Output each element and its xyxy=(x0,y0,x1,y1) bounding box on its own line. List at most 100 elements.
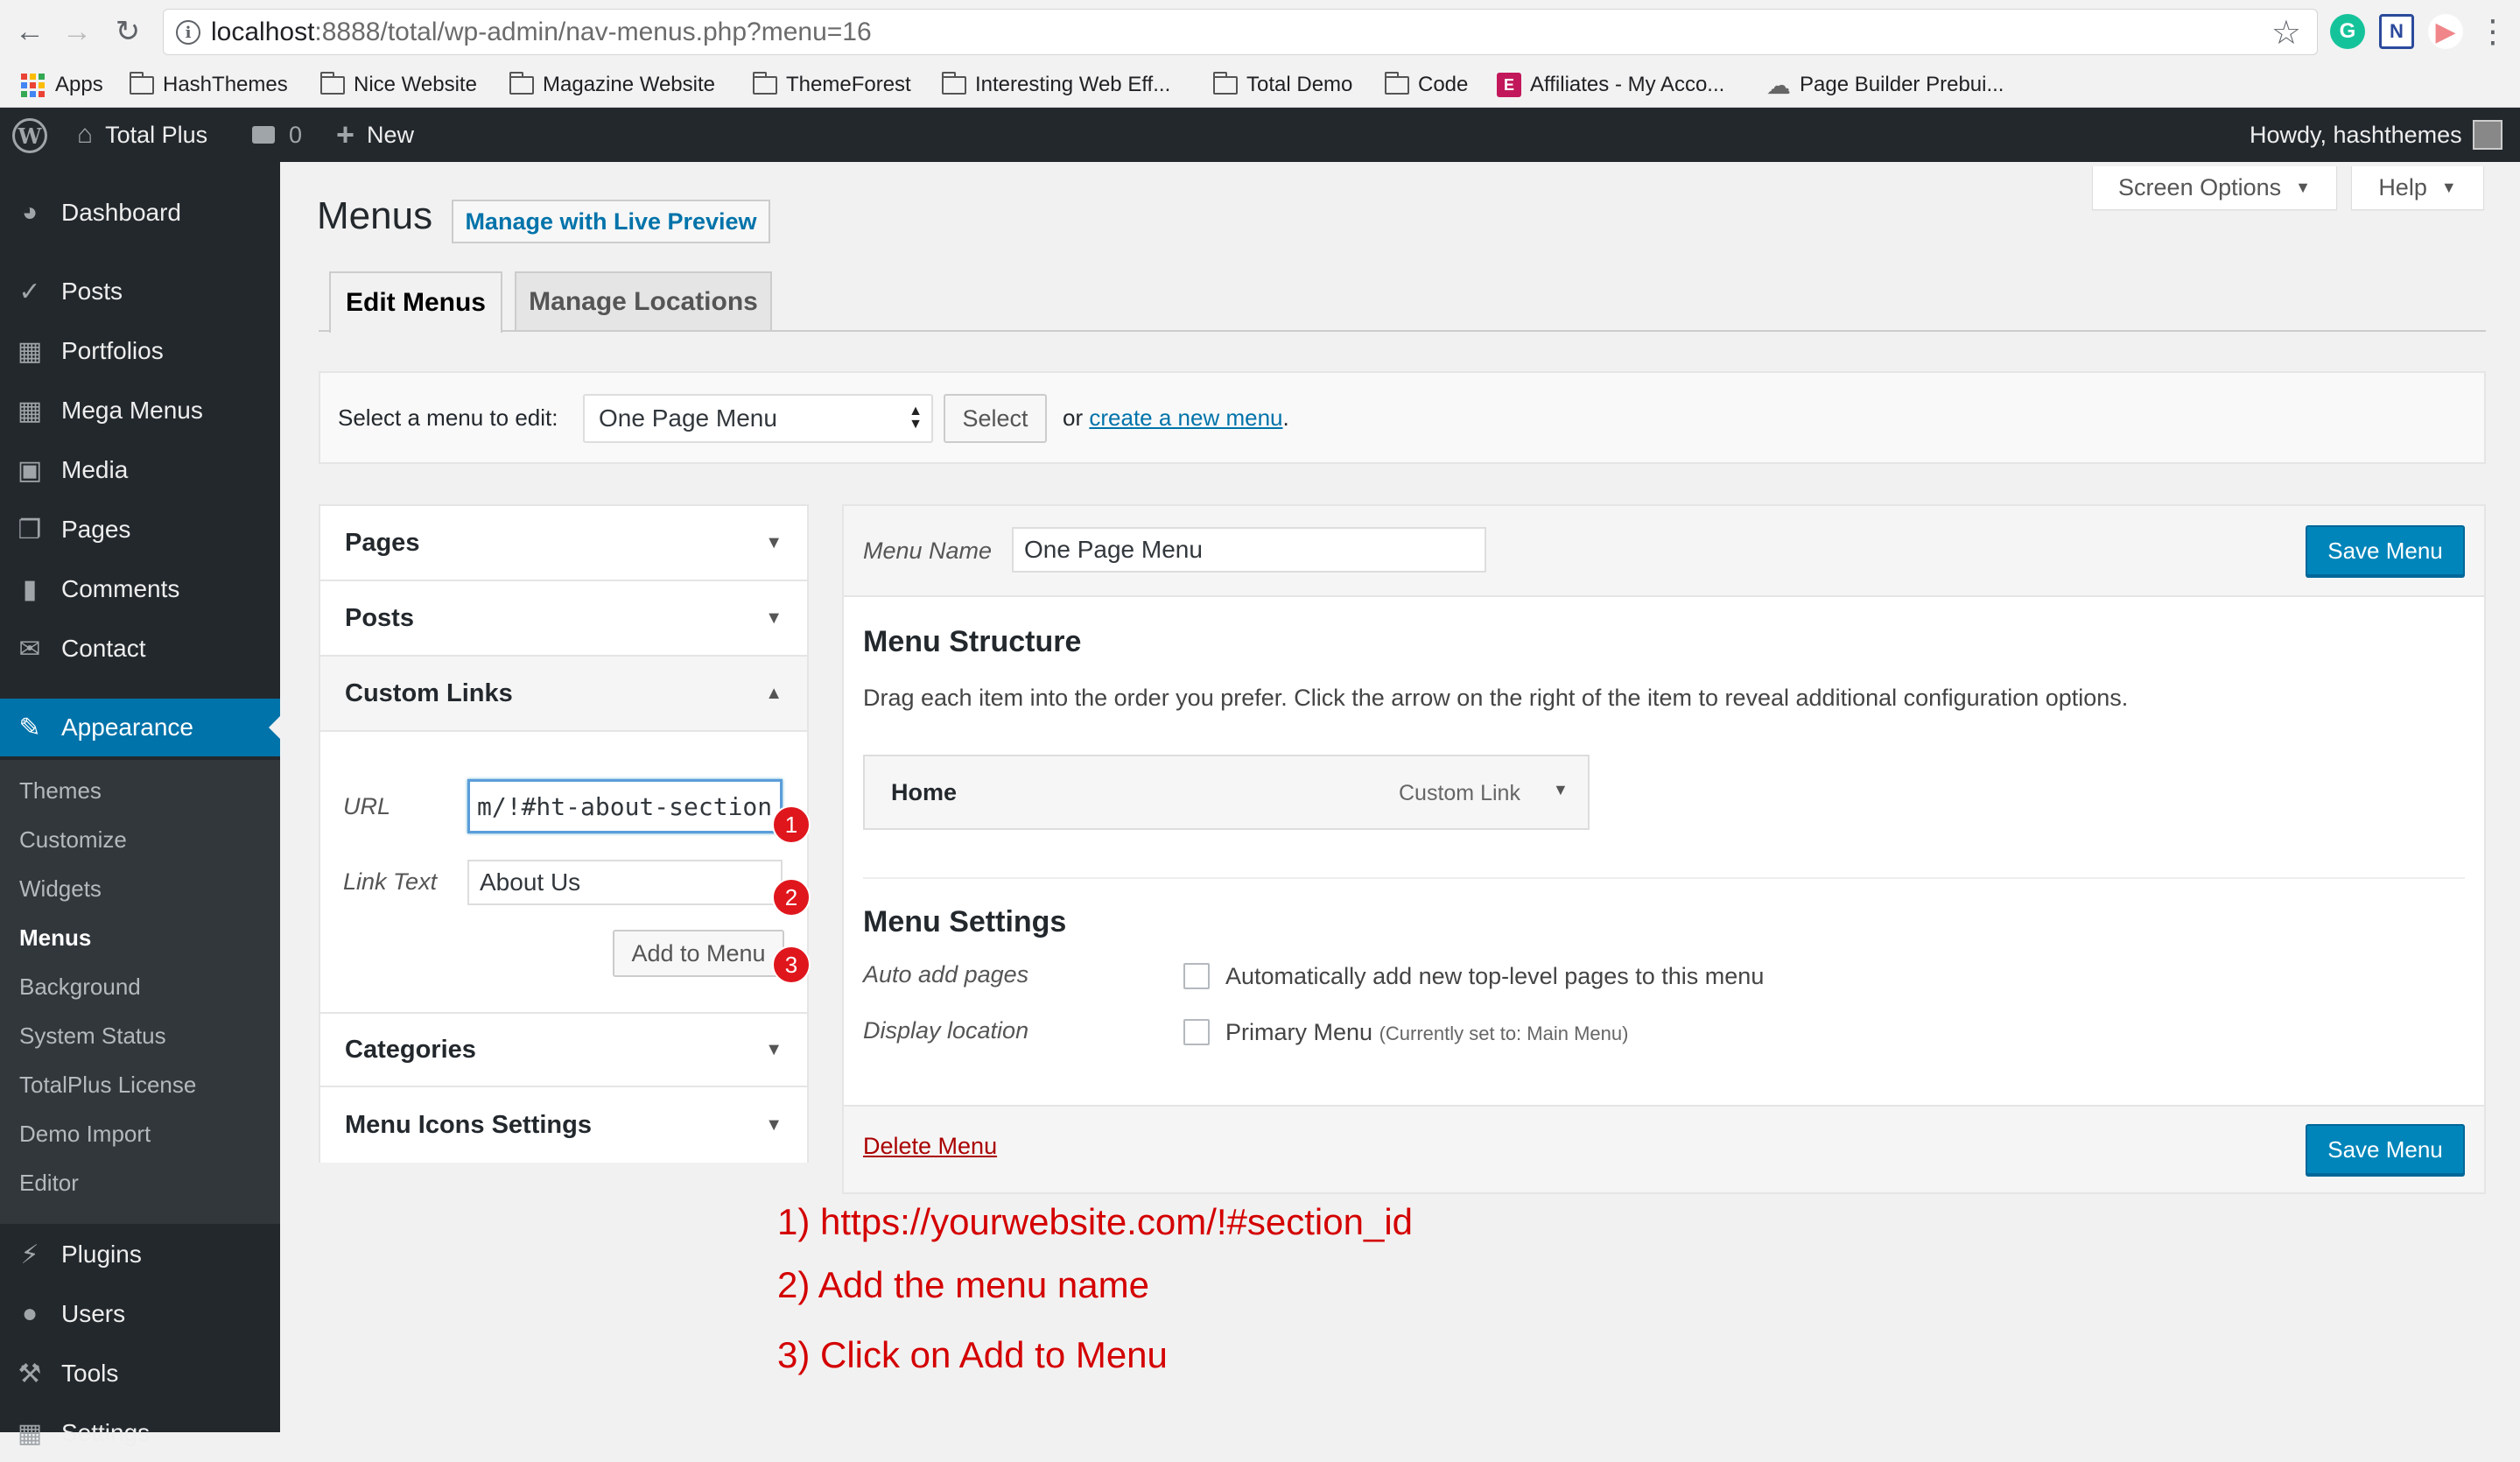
accordion-custom-links[interactable]: Custom Links ▲ xyxy=(320,657,807,732)
save-menu-button-bottom[interactable]: Save Menu xyxy=(2306,1124,2465,1175)
link-text-input[interactable]: About Us xyxy=(467,860,783,905)
url-input[interactable]: m/!#ht-about-section xyxy=(467,779,783,833)
submenu-editor[interactable]: Editor xyxy=(19,1170,79,1197)
paintbrush-icon: ✎ xyxy=(18,713,41,742)
sidebar-item-dashboard[interactable]: ◕ Dashboard xyxy=(0,184,280,242)
accordion-title: Categories xyxy=(345,1035,476,1064)
submenu-system-status[interactable]: System Status xyxy=(19,1023,166,1050)
bookmark-hashthemes[interactable]: HashThemes xyxy=(129,67,288,102)
bookmark-nice-website[interactable]: Nice Website xyxy=(319,67,477,102)
tab-edit-menus[interactable]: Edit Menus xyxy=(329,271,502,333)
select-arrows-icon: ▲ ▼ xyxy=(909,404,923,432)
caret-down-icon: ▼ xyxy=(2295,179,2311,196)
bookmark-page-builder[interactable]: ☁ Page Builder Prebui... xyxy=(1766,67,2004,102)
caret-down-icon: ▼ xyxy=(765,532,783,552)
primary-menu-note: (Currently set to: Main Menu) xyxy=(1379,1023,1629,1044)
sidebar-item-tools[interactable]: ⚒ Tools xyxy=(0,1345,280,1402)
tabs-divider xyxy=(319,330,2486,332)
sidebar-item-label: Media xyxy=(61,456,129,483)
back-arrow-icon[interactable]: ← xyxy=(11,12,49,51)
bookmark-themeforest[interactable]: ThemeForest xyxy=(752,67,911,102)
address-bar[interactable]: i localhost:8888/total/wp-admin/nav-menu… xyxy=(163,9,2318,55)
forward-arrow-icon[interactable]: → xyxy=(58,12,96,51)
sidebar-item-mega-menus[interactable]: ▦ Mega Menus xyxy=(0,382,280,439)
add-to-menu-button[interactable]: Add to Menu xyxy=(613,930,784,977)
submenu-background[interactable]: Background xyxy=(19,973,141,1001)
bookmark-label: Magazine Website xyxy=(543,73,715,96)
mail-icon: ✉ xyxy=(18,634,41,664)
grammarly-icon[interactable]: G xyxy=(2330,14,2365,49)
dashboard-icon: ◕ xyxy=(21,198,39,227)
accordion-menu-icons-settings[interactable]: Menu Icons Settings ▼ xyxy=(320,1087,807,1163)
select-button[interactable]: Select xyxy=(944,394,1047,443)
caret-down-icon: ▼ xyxy=(765,1039,783,1059)
primary-menu-checkbox[interactable] xyxy=(1183,1019,1210,1045)
sidebar-item-label: Dashboard xyxy=(61,199,181,226)
sidebar-item-contact[interactable]: ✉ Contact xyxy=(0,620,280,678)
annotation-step-3: 3) Click on Add to Menu xyxy=(777,1334,1168,1375)
extension-n-icon[interactable]: N xyxy=(2379,14,2414,49)
caret-down-icon[interactable]: ▼ xyxy=(1553,781,1569,799)
bookmark-star-icon[interactable]: ☆ xyxy=(2271,13,2301,53)
bookmark-affiliates[interactable]: E Affiliates - My Acco... xyxy=(1497,67,1724,102)
folder-icon xyxy=(509,71,534,95)
tab-manage-locations[interactable]: Manage Locations xyxy=(515,271,772,331)
create-new-menu-link[interactable]: create a new menu xyxy=(1089,404,1282,431)
pushpin-icon: ✓ xyxy=(18,277,41,306)
info-icon[interactable]: i xyxy=(176,20,200,45)
menu-items-accordion: Pages ▼ Posts ▼ Custom Links ▲ URL m/!#ht-a… xyxy=(319,504,809,1163)
folder-icon xyxy=(129,71,154,95)
submenu-totalplus-license[interactable]: TotalPlus License xyxy=(19,1072,196,1099)
menu-name-input[interactable]: One Page Menu xyxy=(1012,527,1486,573)
auto-add-checkbox[interactable] xyxy=(1183,963,1210,989)
user-icon: ● xyxy=(21,1299,39,1328)
bookmark-apps[interactable]: Apps xyxy=(21,67,103,102)
bookmark-total-demo[interactable]: Total Demo xyxy=(1212,67,1352,102)
caret-down-icon: ▼ xyxy=(765,1114,783,1135)
site-name-link[interactable]: ⌂ Total Plus xyxy=(77,108,207,162)
bookmark-magazine-website[interactable]: Magazine Website xyxy=(509,67,715,102)
manage-live-preview-button[interactable]: Manage with Live Preview xyxy=(452,200,770,243)
sidebar-item-appearance[interactable]: ✎ Appearance xyxy=(0,699,280,756)
save-menu-button[interactable]: Save Menu xyxy=(2306,525,2465,576)
submenu-customize[interactable]: Customize xyxy=(19,826,127,854)
bookmark-label: Interesting Web Eff... xyxy=(975,73,1171,96)
sidebar-item-pages[interactable]: ❐ Pages xyxy=(0,501,280,559)
reload-icon[interactable]: ↻ xyxy=(109,12,147,51)
sidebar-item-media[interactable]: ▣ Media xyxy=(0,441,280,499)
screen-options-button[interactable]: Screen Options ▼ xyxy=(2092,166,2337,210)
bookmark-code[interactable]: Code xyxy=(1384,67,1468,102)
sidebar-item-users[interactable]: ● Users xyxy=(0,1285,280,1343)
plus-icon: + xyxy=(336,116,355,152)
sidebar-item-posts[interactable]: ✓ Posts xyxy=(0,263,280,320)
sidebar-item-settings[interactable]: ▦ Settings xyxy=(0,1404,280,1462)
screen-options-label: Screen Options xyxy=(2118,174,2282,200)
menu-select-dropdown[interactable]: One Page Menu ▲ ▼ xyxy=(583,394,933,443)
wordpress-logo-icon[interactable]: W xyxy=(12,118,47,153)
bookmark-interesting-web[interactable]: Interesting Web Eff... xyxy=(941,67,1171,102)
delete-menu-link[interactable]: Delete Menu xyxy=(863,1133,997,1160)
sidebar-item-label: Portfolios xyxy=(61,337,164,364)
submenu-menus[interactable]: Menus xyxy=(19,924,91,952)
accordion-categories[interactable]: Categories ▼ xyxy=(320,1012,807,1087)
accordion-posts[interactable]: Posts ▼ xyxy=(320,581,807,657)
help-button[interactable]: Help ▼ xyxy=(2351,166,2484,210)
accordion-pages[interactable]: Pages ▼ xyxy=(320,506,807,581)
submenu-demo-import[interactable]: Demo Import xyxy=(19,1121,151,1148)
new-content-link[interactable]: + New xyxy=(336,108,414,162)
sidebar-item-portfolios[interactable]: ▦ Portfolios xyxy=(0,322,280,380)
submenu-widgets[interactable]: Widgets xyxy=(19,875,102,903)
sidebar-item-plugins[interactable]: ⚡ Plugins xyxy=(0,1226,280,1283)
comments-link[interactable]: 0 xyxy=(252,108,302,162)
sidebar-item-comments[interactable]: ▮ Comments xyxy=(0,560,280,618)
cloud-icon: ☁ xyxy=(1766,71,1791,99)
menu-item-home[interactable]: Home Custom Link ▼ xyxy=(863,755,1590,830)
submenu-themes[interactable]: Themes xyxy=(19,777,102,805)
more-vertical-icon[interactable]: ⋮ xyxy=(2474,12,2512,51)
grid-icon: ▦ xyxy=(17,336,43,366)
or-text: or xyxy=(1063,404,1084,431)
my-account-link[interactable]: Howdy, hashthemes xyxy=(2250,108,2502,162)
menu-item-type: Custom Link xyxy=(1399,781,1520,805)
extension-record-icon[interactable]: ▶ xyxy=(2428,14,2463,49)
menu-select-value: One Page Menu xyxy=(599,404,777,432)
